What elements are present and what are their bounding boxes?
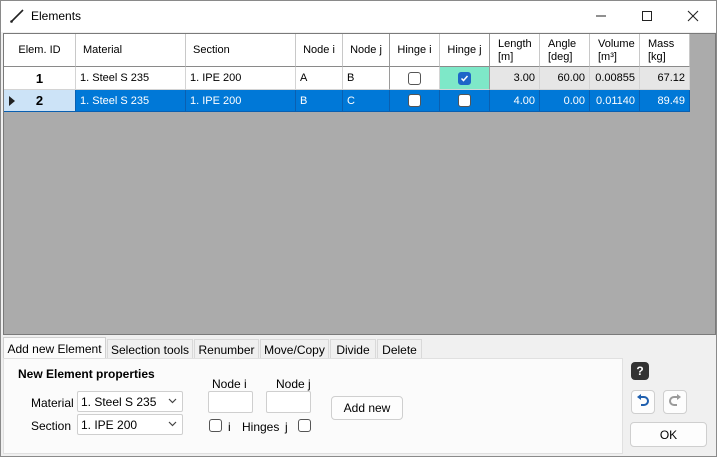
row-id-cell[interactable]: 1 <box>4 67 76 90</box>
node-i-label: Node i <box>212 377 247 391</box>
header-angle-name: Angle <box>548 38 577 50</box>
node-i-input[interactable] <box>208 391 253 413</box>
hinge-i-checkbox[interactable] <box>408 71 421 85</box>
add-element-panel: New Element properties Material 1. Steel… <box>3 358 623 454</box>
elements-grid[interactable]: Elem. ID Material Section Node i Node j … <box>3 33 716 335</box>
hinge-j-cell[interactable] <box>440 90 490 112</box>
maximize-button[interactable] <box>624 1 670 31</box>
angle-cell: 60.00 <box>540 67 590 90</box>
node-i-cell[interactable]: A <box>296 67 343 90</box>
volume-cell: 0.01140 <box>590 90 640 112</box>
row-id-cell[interactable]: 2 <box>4 90 76 112</box>
header-mass-name: Mass <box>648 38 675 50</box>
header-length-unit: [m] <box>498 51 514 63</box>
tab-renumber[interactable]: Renumber <box>194 339 259 359</box>
header-hinge-i[interactable]: Hinge i <box>390 34 440 67</box>
header-material[interactable]: Material <box>76 34 186 67</box>
new-hinge-i-checkbox[interactable] <box>209 419 222 432</box>
header-volume-name: Volume <box>598 38 635 50</box>
help-icon: ? <box>636 364 644 378</box>
mass-cell: 67.12 <box>640 67 690 90</box>
hinge-j-label: j <box>285 420 288 434</box>
node-i-cell[interactable]: B <box>296 90 343 112</box>
maximize-icon <box>642 11 652 21</box>
node-j-input[interactable] <box>266 391 311 413</box>
new-hinge-j-checkbox[interactable] <box>298 419 311 432</box>
element-line-icon <box>10 9 24 23</box>
hinge-i-label: i <box>228 420 231 434</box>
tab-delete[interactable]: Delete <box>377 339 422 359</box>
node-j-label: Node j <box>276 377 311 391</box>
chevron-down-icon <box>168 421 177 427</box>
length-cell: 3.00 <box>490 67 540 90</box>
checkmark-icon <box>460 75 469 82</box>
header-length-name: Length <box>498 38 532 50</box>
tab-move-copy[interactable]: Move/Copy <box>260 339 329 359</box>
ok-button[interactable]: OK <box>630 422 707 447</box>
material-cell[interactable]: 1. Steel S 235 <box>76 67 186 90</box>
header-hinge-j[interactable]: Hinge j <box>440 34 490 67</box>
section-select[interactable]: 1. IPE 200 <box>77 414 183 435</box>
window-title: Elements <box>31 9 82 23</box>
length-cell: 4.00 <box>490 90 540 112</box>
close-button[interactable] <box>670 1 716 31</box>
section-cell[interactable]: 1. IPE 200 <box>186 90 296 112</box>
node-j-cell[interactable]: C <box>343 90 390 112</box>
mass-cell: 89.49 <box>640 90 690 112</box>
section-label: Section <box>31 419 72 433</box>
hinge-j-checkbox[interactable] <box>458 71 471 85</box>
material-cell[interactable]: 1. Steel S 235 <box>76 90 186 112</box>
add-new-button[interactable]: Add new <box>331 396 403 420</box>
node-j-cell[interactable]: B <box>343 67 390 90</box>
material-label: Material <box>31 396 74 410</box>
header-mass-unit: [kg] <box>648 51 666 63</box>
hinge-i-cell[interactable] <box>390 90 440 112</box>
header-angle-unit: [deg] <box>548 51 573 63</box>
tab-selection-tools[interactable]: Selection tools <box>107 339 193 359</box>
header-volume-unit: [m³] <box>598 51 617 63</box>
angle-cell: 0.00 <box>540 90 590 112</box>
header-angle[interactable]: Angle [deg] <box>540 34 590 67</box>
header-mass[interactable]: Mass [kg] <box>640 34 690 67</box>
tab-divide[interactable]: Divide <box>330 339 376 359</box>
hinge-i-checkbox[interactable] <box>408 94 421 107</box>
row-pointer-icon <box>9 96 15 106</box>
hinge-i-cell[interactable] <box>390 67 440 90</box>
material-select[interactable]: 1. Steel S 235 <box>77 391 183 412</box>
hinge-j-cell[interactable] <box>440 67 490 90</box>
help-button[interactable]: ? <box>631 362 649 380</box>
header-elem-id[interactable]: Elem. ID <box>4 34 76 67</box>
header-section[interactable]: Section <box>186 34 296 67</box>
title-bar: Elements <box>1 1 716 32</box>
redo-button[interactable] <box>663 390 687 414</box>
panel-heading: New Element properties <box>18 367 155 381</box>
minimize-button[interactable] <box>578 1 624 31</box>
section-select-value: 1. IPE 200 <box>81 417 138 432</box>
close-icon <box>687 10 699 22</box>
undo-icon <box>637 394 649 406</box>
volume-cell: 0.00855 <box>590 67 640 90</box>
row-id-text: 2 <box>35 93 44 108</box>
tab-add-new-element[interactable]: Add new Element <box>3 337 106 359</box>
header-node-i[interactable]: Node i <box>296 34 343 67</box>
section-cell[interactable]: 1. IPE 200 <box>186 67 296 90</box>
hinges-label: Hinges <box>242 420 280 434</box>
minimize-icon <box>596 15 606 17</box>
material-select-value: 1. Steel S 235 <box>81 394 157 409</box>
header-length[interactable]: Length [m] <box>490 34 540 67</box>
redo-icon <box>669 394 681 406</box>
header-node-j[interactable]: Node j <box>343 34 390 67</box>
elements-window: Elements Elem. ID Material Section Node … <box>0 0 717 457</box>
header-volume[interactable]: Volume [m³] <box>590 34 640 67</box>
undo-button[interactable] <box>631 390 655 414</box>
chevron-down-icon <box>168 398 177 404</box>
hinge-j-checkbox[interactable] <box>458 94 471 107</box>
